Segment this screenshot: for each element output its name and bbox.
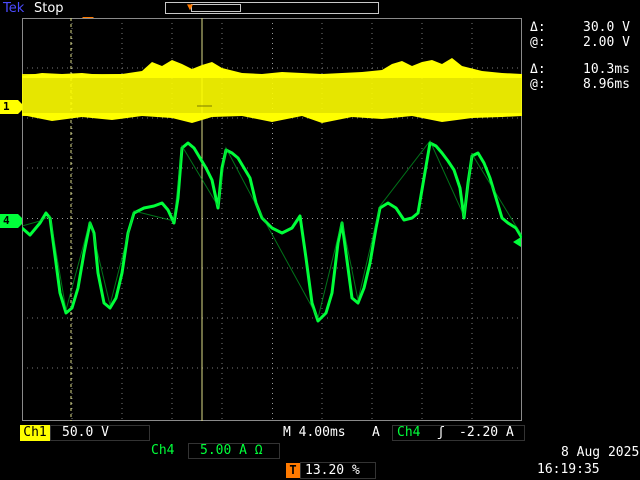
ch4-scale: 5.00 A Ω bbox=[200, 443, 263, 458]
time: 16:19:35 bbox=[537, 462, 600, 477]
rising-edge-icon: ʃ bbox=[437, 425, 445, 440]
at-icon: @: bbox=[530, 77, 546, 92]
delta-time-value: 10.3ms bbox=[583, 62, 630, 77]
ch1-ground-marker[interactable]: 1 bbox=[0, 100, 25, 114]
acquisition-state: Stop bbox=[34, 1, 64, 16]
at-voltage-row: @: 2.00 V bbox=[528, 35, 640, 50]
trigger-mode: A bbox=[372, 425, 380, 440]
at-icon: @: bbox=[530, 35, 546, 50]
record-length-bar: ▼ bbox=[165, 2, 379, 14]
ch1-scale: 50.0 V bbox=[62, 425, 109, 440]
trigger-source[interactable]: Ch4 bbox=[397, 425, 420, 441]
trigger-position-icon: T bbox=[286, 463, 300, 478]
status-bar: Tek Stop ▼ bbox=[0, 0, 640, 18]
delta-time-row: Δ: 10.3ms bbox=[528, 62, 640, 77]
delta-icon: Δ: bbox=[530, 20, 546, 35]
timebase[interactable]: M 4.00ms bbox=[283, 425, 346, 441]
delta-icon: Δ: bbox=[530, 62, 546, 77]
ch4-offset-arrow-icon bbox=[513, 237, 521, 247]
cursor-readouts: Δ: 30.0 V @: 2.00 V Δ: 10.3ms @: 8.96ms bbox=[528, 20, 640, 100]
date: 8 Aug 2025 bbox=[561, 445, 640, 460]
delta-voltage-value: 30.0 V bbox=[583, 20, 630, 35]
ch4-label[interactable]: Ch4 bbox=[151, 443, 174, 459]
trigger-position[interactable]: 13.20 % bbox=[305, 463, 360, 479]
trigger-level[interactable]: -2.20 A bbox=[459, 425, 514, 441]
ch1-label[interactable]: Ch1 bbox=[20, 425, 50, 441]
delta-voltage-row: Δ: 30.0 V bbox=[528, 20, 640, 35]
waveform-display bbox=[22, 18, 522, 421]
brand-logo: Tek bbox=[3, 1, 25, 16]
ch4-ground-marker[interactable]: 4 bbox=[0, 214, 25, 228]
record-window bbox=[191, 4, 241, 12]
at-time-value: 8.96ms bbox=[583, 77, 630, 92]
at-time-row: @: 8.96ms bbox=[528, 77, 640, 92]
record-position-icon: ▼ bbox=[187, 2, 194, 13]
bottom-status: Ch1 50.0 V M 4.00ms A Ch4 ʃ -2.20 A Ch4 … bbox=[0, 421, 640, 480]
at-voltage-value: 2.00 V bbox=[583, 35, 630, 50]
